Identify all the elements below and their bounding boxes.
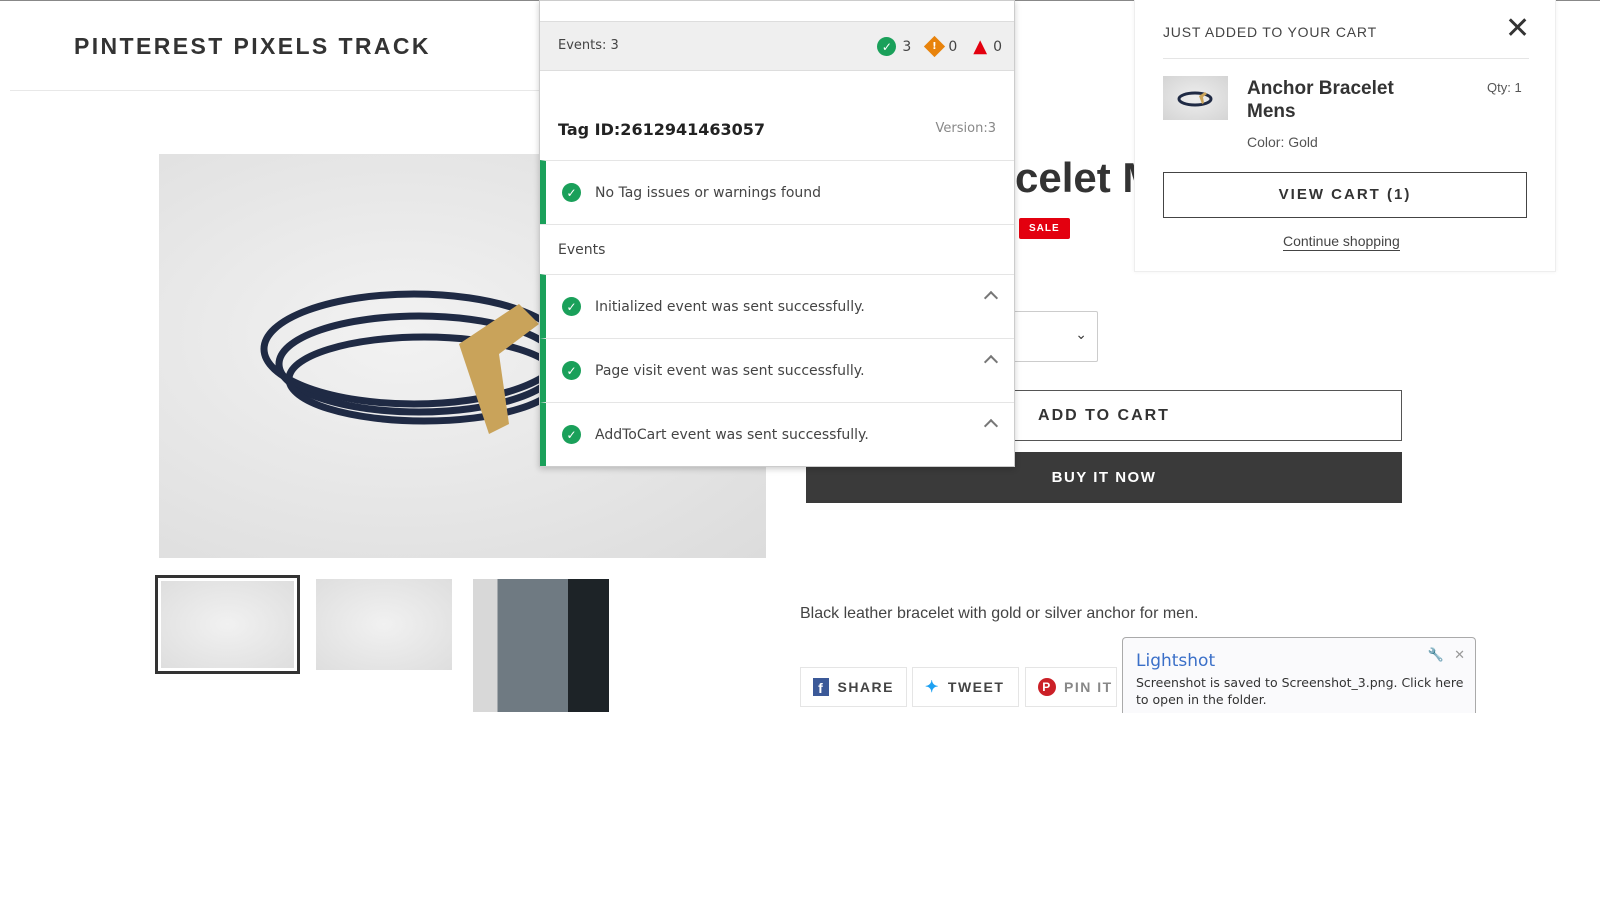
thumbnail-3[interactable] — [473, 579, 609, 712]
cart-item-image — [1163, 76, 1228, 120]
thumbnail-1[interactable] — [155, 575, 300, 674]
check-circle-icon: ✓ — [562, 297, 581, 316]
twitter-icon: ✦ — [925, 679, 940, 696]
facebook-icon: f — [813, 678, 830, 696]
check-circle-icon: ✓ — [562, 361, 581, 380]
twitter-tweet-button[interactable]: ✦ TWEET — [912, 667, 1019, 707]
sale-badge: SALE — [1019, 218, 1070, 239]
check-circle-icon: ✓ — [562, 425, 581, 444]
pinterest-pin-button[interactable]: P PIN IT — [1025, 667, 1117, 707]
chevron-up-icon[interactable] — [983, 418, 999, 434]
lightshot-title: Lightshot — [1136, 651, 1216, 671]
status-counts: ✓ 3 ! 0 ▲ 0 — [877, 35, 1002, 58]
divider — [1163, 58, 1529, 59]
cart-item-name: Anchor Bracelet Mens — [1247, 78, 1394, 122]
event-row[interactable]: ✓ AddToCart event was sent successfully. — [540, 402, 1014, 466]
events-heading: Events — [540, 224, 1014, 274]
close-icon[interactable]: ✕ — [1454, 648, 1465, 663]
tag-status-row: ✓ No Tag issues or warnings found — [540, 160, 1014, 224]
close-icon[interactable]: ✕ — [1505, 14, 1530, 44]
header-divider — [10, 90, 550, 91]
store-name[interactable]: PINTEREST PIXELS TRACK — [74, 33, 431, 60]
events-summary-bar: Events: 3 ✓ 3 ! 0 ▲ 0 — [540, 21, 1014, 71]
tag-version: Version:3 — [935, 121, 996, 136]
pinterest-tag-helper-panel: Events: 3 ✓ 3 ! 0 ▲ 0 Tag ID:2612941463057 … — [539, 0, 1015, 467]
lightshot-message[interactable]: Screenshot is saved to Screenshot_3.png.… — [1136, 674, 1471, 708]
chevron-up-icon[interactable] — [983, 354, 999, 370]
facebook-share-button[interactable]: f SHARE — [800, 667, 907, 707]
cart-popup: JUST ADDED TO YOUR CART ✕ Anchor Bracele… — [1134, 0, 1556, 272]
thumbnail-2[interactable] — [316, 579, 452, 670]
cart-item-qty: Qty: 1 — [1487, 80, 1522, 95]
view-cart-button[interactable]: VIEW CART (1) — [1163, 172, 1527, 218]
chevron-down-icon: ⌄ — [1075, 326, 1087, 342]
wrench-icon[interactable]: 🔧 — [1428, 648, 1444, 663]
event-row[interactable]: ✓ Initialized event was sent successfully… — [540, 274, 1014, 338]
check-circle-icon: ✓ — [562, 183, 581, 202]
product-description: Black leather bracelet with gold or silv… — [800, 605, 1199, 622]
blank-area — [0, 713, 1600, 900]
chevron-up-icon[interactable] — [983, 290, 999, 306]
event-row[interactable]: ✓ Page visit event was sent successfully. — [540, 338, 1014, 402]
cart-heading: JUST ADDED TO YOUR CART — [1163, 24, 1377, 40]
continue-shopping-link[interactable]: Continue shopping — [1283, 233, 1400, 251]
events-count: Events: 3 — [558, 38, 619, 53]
success-icon: ✓ — [877, 37, 897, 56]
pinterest-icon: P — [1038, 678, 1056, 696]
warning-icon: ! — [924, 35, 946, 58]
error-icon: ▲ — [973, 36, 988, 57]
lightshot-notification[interactable]: Lightshot 🔧 ✕ Screenshot is saved to Scre… — [1122, 637, 1476, 713]
tag-id: Tag ID:2612941463057 — [558, 120, 766, 139]
cart-item-color: Color: Gold — [1247, 134, 1318, 150]
